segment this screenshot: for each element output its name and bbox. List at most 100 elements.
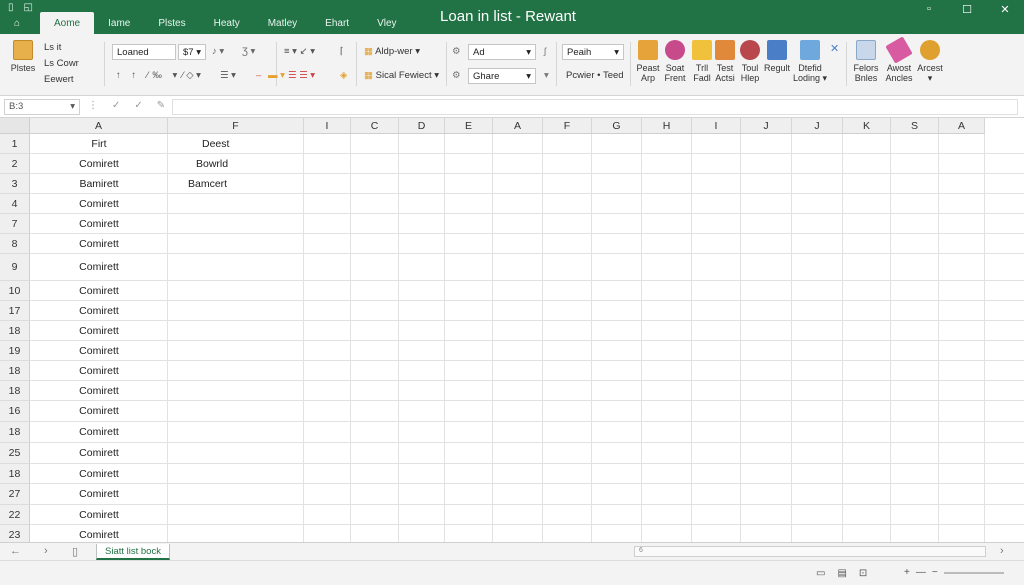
column-header[interactable]: F [168,118,304,134]
row-header[interactable]: 18 [0,321,30,341]
column-header[interactable]: A [30,118,168,134]
cell-a[interactable]: Comirett [30,405,168,417]
cell-a[interactable]: Comirett [30,238,168,250]
cell-a[interactable]: Comirett [30,218,168,230]
paint-icon[interactable]: ◈ [340,70,347,81]
zoom-minus-icon[interactable]: − [932,567,938,578]
zoom-slider[interactable] [943,571,1004,574]
row-header[interactable]: 2 [0,154,30,174]
cell-area[interactable]: Firt Deest Comirett Bowrld Bamirett Bamcert Co… [30,134,1024,542]
cell-a[interactable]: Comirett [30,285,168,297]
cell-a[interactable]: Comirett [30,447,168,459]
formula-input[interactable] [172,99,1018,115]
paste-button[interactable]: Plstes [6,40,40,73]
cancel-icon[interactable]: ✓ [112,100,120,111]
row-header[interactable]: 18 [0,361,30,381]
normal-view-icon[interactable]: ▭ [816,568,825,579]
ribbon-button-9[interactable]: Arcest ▾ [914,40,946,83]
column-header[interactable]: F [543,118,592,134]
fill-icon[interactable]: ☰ ▾ [220,70,236,81]
sheet-tab-active[interactable]: Siatt list bock [96,544,170,560]
page-break-icon[interactable]: ⊡ [859,568,867,579]
row-header[interactable]: 18 [0,422,30,443]
row-header[interactable]: 27 [0,484,30,505]
maximize-icon[interactable]: ☐ [948,0,986,18]
power-feed-button[interactable]: Pcwier • Teed [566,70,624,81]
enter-icon[interactable]: ✓ [134,100,142,111]
column-header[interactable]: J [792,118,843,134]
font-grow-icon[interactable]: ♪ ▾ [212,46,224,57]
cell-a[interactable]: Comirett [30,426,168,438]
next-sheet-icon[interactable]: › [44,545,48,557]
ribbon-button-7[interactable]: Felors Bnles [850,40,882,83]
paste-format-dropdown[interactable]: Peaih ▾ [562,44,624,60]
cut-button[interactable]: Ls it [44,42,61,53]
settings-gear-icon[interactable]: ⚙ [452,46,461,57]
page-layout-icon[interactable]: ▤ [837,568,846,579]
row-header[interactable]: 18 [0,464,30,484]
new-sheet-icon[interactable]: ▯ [72,545,78,558]
ribbon-button-5[interactable]: Regult [761,40,793,73]
row-header[interactable]: 25 [0,443,30,464]
font-style-icons[interactable]: ↑ ↑ ⁄‰ ▾ [116,70,181,81]
scroll-right-icon[interactable]: › [1000,545,1004,557]
column-header[interactable]: K [843,118,891,134]
highlight-icon[interactable]: ▬ ▾ [268,70,285,81]
ribbon-button-6[interactable]: Dtefid Loding ▾ [792,40,828,83]
horizontal-scrollbar[interactable]: 6 [634,546,986,557]
cell-a[interactable]: Comirett [30,385,168,397]
cell-a[interactable]: Comirett [30,345,168,357]
font-shrink-icon[interactable]: Ʒ ▾ [242,46,255,57]
cell-a[interactable]: Comirett [30,158,168,170]
copy-button[interactable]: Ls Cowr [44,58,79,69]
format-painter-button[interactable]: Eewert [44,74,74,85]
cell-b[interactable]: Bowrld [196,158,228,170]
prev-sheet-icon[interactable]: ← [10,545,21,557]
name-box[interactable]: B:3 ▾ [4,99,80,115]
share-expand-icon[interactable]: ▾ [544,70,549,81]
font-name-dropdown[interactable]: Loaned [112,44,176,60]
close-icon[interactable]: ✕ [986,0,1024,18]
row-header[interactable]: 19 [0,341,30,361]
row-header[interactable]: 8 [0,234,30,254]
row-header[interactable]: 1 [0,134,30,154]
row-header[interactable]: 9 [0,254,30,281]
cell-a[interactable]: Comirett [30,305,168,317]
cell-a[interactable]: Bamirett [30,178,168,190]
row-header[interactable]: 18 [0,381,30,401]
close-pane-icon[interactable]: ✕ [830,42,839,55]
dollar-icon[interactable]: ʃ [544,46,546,57]
wrap-icon[interactable]: ⌈ [340,46,344,57]
row-header[interactable]: 23 [0,525,30,542]
column-header[interactable]: I [304,118,351,134]
underline-icon[interactable]: ‒ [256,70,261,81]
row-header[interactable]: 3 [0,174,30,194]
cell-a[interactable]: Comirett [30,198,168,210]
cell-a[interactable]: Comirett [30,365,168,377]
column-header[interactable]: I [692,118,741,134]
column-header[interactable]: H [642,118,692,134]
ribbon-button-8[interactable]: Awost Ancles [883,36,915,83]
row-header[interactable]: 22 [0,505,30,525]
share-gear-icon[interactable]: ⚙ [452,70,461,81]
style-dropdown[interactable]: ▦ Sical Fewiect ▾ [364,70,439,81]
cell-a[interactable]: Comirett [30,529,168,541]
column-header[interactable]: E [445,118,493,134]
column-header[interactable]: C [351,118,399,134]
row-header[interactable]: 17 [0,301,30,321]
cell-b[interactable]: Deest [202,138,229,150]
number-format-dropdown[interactable]: Ad ▾ [468,44,536,60]
cell-a[interactable]: Firt [30,138,168,150]
column-header[interactable]: A [493,118,543,134]
share-dropdown[interactable]: Ghare ▾ [468,68,536,84]
cell-a[interactable]: Comirett [30,261,168,273]
row-header[interactable]: 7 [0,214,30,234]
select-all-corner[interactable] [0,118,30,134]
column-header[interactable]: G [592,118,642,134]
minimize-icon[interactable]: ▫ [910,0,948,18]
cell-a[interactable]: Comirett [30,468,168,480]
zoom-out-icon[interactable]: — [916,567,926,578]
column-header[interactable]: S [891,118,939,134]
font-color-icon[interactable]: ☰ ☰ ▾ [288,70,315,81]
row-header[interactable]: 4 [0,194,30,214]
